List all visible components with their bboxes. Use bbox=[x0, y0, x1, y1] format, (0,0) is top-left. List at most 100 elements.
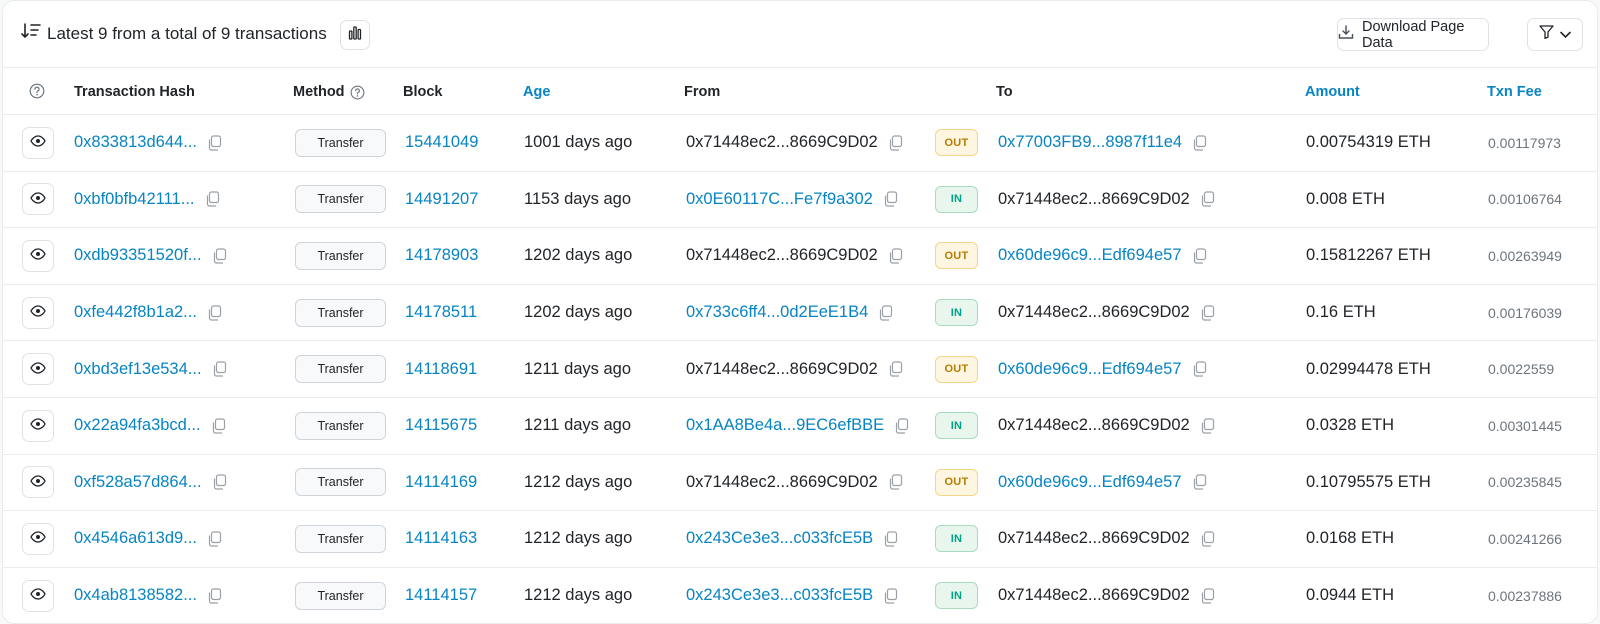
eye-icon bbox=[30, 586, 46, 605]
age-text: 1211 days ago bbox=[524, 359, 632, 378]
block-link[interactable]: 14118691 bbox=[405, 341, 477, 397]
copy-icon[interactable] bbox=[1192, 248, 1207, 264]
block-link[interactable]: 14178511 bbox=[405, 285, 477, 341]
view-details-button[interactable] bbox=[22, 409, 54, 442]
block-link[interactable]: 14114163 bbox=[405, 511, 477, 567]
method-badge: Transfer bbox=[295, 241, 386, 270]
copy-icon[interactable] bbox=[888, 474, 903, 490]
copy-icon[interactable] bbox=[211, 418, 226, 434]
from-address[interactable]: 0x243Ce3e3...c033fcE5B bbox=[686, 529, 873, 548]
table-row: 0x4ab8138582... Transfer 14114157 1212 d… bbox=[3, 568, 1597, 623]
view-details-button[interactable] bbox=[22, 353, 54, 386]
to-address[interactable]: 0x60de96c9...Edf694e57 bbox=[998, 246, 1182, 265]
column-header-amount[interactable]: Amount bbox=[1305, 84, 1360, 100]
copy-icon[interactable] bbox=[883, 587, 898, 604]
amount-text: 0.16 ETH bbox=[1306, 303, 1376, 322]
block-link[interactable]: 14115675 bbox=[405, 398, 477, 454]
to-address: 0x71448ec2...8669C9D02 bbox=[998, 416, 1190, 435]
age-text: 1211 days ago bbox=[524, 416, 632, 435]
to-address: 0x71448ec2...8669C9D02 bbox=[998, 189, 1190, 208]
direction-badge: IN bbox=[935, 582, 978, 610]
transactions-card: Latest 9 from a total of 9 transactions … bbox=[2, 0, 1598, 624]
tx-hash-link[interactable]: 0xbf0bfb42111... bbox=[74, 190, 195, 209]
block-link[interactable]: 14114157 bbox=[405, 568, 477, 623]
direction-badge: OUT bbox=[935, 242, 978, 270]
copy-icon[interactable] bbox=[1200, 191, 1215, 207]
copy-icon[interactable] bbox=[1200, 418, 1215, 434]
block-link[interactable]: 14178903 bbox=[405, 228, 478, 284]
txn-fee-text: 0.00106764 bbox=[1488, 191, 1562, 208]
column-header-method: Method bbox=[293, 84, 365, 100]
copy-icon[interactable] bbox=[212, 361, 227, 377]
block-link[interactable]: 14114169 bbox=[405, 455, 477, 511]
amount-text: 0.02994478 ETH bbox=[1306, 359, 1431, 378]
chart-view-button[interactable] bbox=[340, 20, 370, 50]
copy-icon[interactable] bbox=[878, 304, 893, 321]
tx-hash-link[interactable]: 0xfe442f8b1a2... bbox=[74, 303, 197, 322]
view-details-button[interactable] bbox=[22, 579, 54, 612]
tx-hash-link[interactable]: 0x22a94fa3bcd... bbox=[74, 416, 201, 435]
copy-icon[interactable] bbox=[1200, 304, 1215, 321]
view-details-button[interactable] bbox=[22, 522, 54, 555]
copy-icon[interactable] bbox=[1200, 587, 1215, 604]
copy-icon[interactable] bbox=[1192, 474, 1207, 490]
to-address[interactable]: 0x60de96c9...Edf694e57 bbox=[998, 473, 1182, 492]
tx-hash-link[interactable]: 0x4ab8138582... bbox=[74, 586, 197, 605]
download-page-data-button[interactable]: Download Page Data bbox=[1337, 18, 1489, 51]
direction-badge: OUT bbox=[935, 468, 978, 496]
copy-icon[interactable] bbox=[888, 361, 903, 377]
column-header-block: Block bbox=[403, 84, 443, 100]
table-row: 0x4546a613d9... Transfer 14114163 1212 d… bbox=[3, 511, 1597, 568]
tx-hash-link[interactable]: 0x833813d644... bbox=[74, 133, 197, 152]
from-address[interactable]: 0x733c6ff4...0d2EeE1B4 bbox=[686, 303, 868, 322]
to-address[interactable]: 0x77003FB9...8987f11e4 bbox=[998, 133, 1182, 152]
from-address[interactable]: 0x0E60117C...Fe7f9a302 bbox=[686, 190, 873, 209]
method-badge: Transfer bbox=[295, 411, 386, 440]
question-circle-icon[interactable] bbox=[29, 83, 45, 99]
tx-hash-link[interactable]: 0xbd3ef13e534... bbox=[74, 360, 202, 379]
view-details-button[interactable] bbox=[22, 239, 54, 272]
sort-desc-icon[interactable] bbox=[21, 22, 47, 45]
copy-icon[interactable] bbox=[894, 418, 909, 434]
direction-badge: IN bbox=[935, 525, 978, 553]
column-header-age[interactable]: Age bbox=[523, 84, 550, 100]
copy-icon[interactable] bbox=[205, 191, 220, 207]
table-row: 0xbd3ef13e534... Transfer 14118691 1211 … bbox=[3, 341, 1597, 398]
method-info-icon[interactable] bbox=[350, 85, 365, 100]
copy-icon[interactable] bbox=[888, 135, 903, 151]
tx-hash-link[interactable]: 0xf528a57d864... bbox=[74, 473, 202, 492]
copy-icon[interactable] bbox=[207, 587, 222, 604]
from-address[interactable]: 0x243Ce3e3...c033fcE5B bbox=[686, 586, 873, 605]
copy-icon[interactable] bbox=[888, 248, 903, 264]
table-row: 0x22a94fa3bcd... Transfer 14115675 1211 … bbox=[3, 398, 1597, 455]
amount-text: 0.0328 ETH bbox=[1306, 416, 1395, 435]
copy-icon[interactable] bbox=[207, 304, 222, 321]
age-text: 1202 days ago bbox=[524, 246, 633, 265]
copy-icon[interactable] bbox=[212, 474, 227, 490]
tx-hash-link[interactable]: 0x4546a613d9... bbox=[74, 529, 197, 548]
block-link[interactable]: 15441049 bbox=[405, 115, 478, 171]
copy-icon[interactable] bbox=[883, 531, 898, 547]
column-header-fee[interactable]: Txn Fee bbox=[1487, 84, 1542, 100]
tx-hash-link[interactable]: 0xdb93351520f... bbox=[74, 246, 202, 265]
copy-icon[interactable] bbox=[1200, 531, 1215, 547]
filter-dropdown-button[interactable] bbox=[1527, 18, 1583, 51]
eye-icon bbox=[30, 360, 46, 379]
from-address[interactable]: 0x1AA8Be4a...9EC6efBBE bbox=[686, 416, 884, 435]
copy-icon[interactable] bbox=[207, 531, 222, 547]
view-details-button[interactable] bbox=[22, 126, 54, 159]
eye-icon bbox=[30, 303, 46, 322]
copy-icon[interactable] bbox=[207, 135, 222, 151]
view-details-button[interactable] bbox=[22, 183, 54, 216]
view-details-button[interactable] bbox=[22, 466, 54, 499]
copy-icon[interactable] bbox=[883, 191, 898, 207]
copy-icon[interactable] bbox=[212, 248, 227, 264]
block-link[interactable]: 14491207 bbox=[405, 172, 478, 228]
view-details-button[interactable] bbox=[22, 296, 54, 329]
copy-icon[interactable] bbox=[1192, 361, 1207, 377]
txn-fee-text: 0.00241266 bbox=[1488, 530, 1562, 547]
from-address: 0x71448ec2...8669C9D02 bbox=[686, 472, 878, 491]
copy-icon[interactable] bbox=[1192, 135, 1207, 151]
eye-icon bbox=[30, 133, 46, 152]
to-address[interactable]: 0x60de96c9...Edf694e57 bbox=[998, 360, 1182, 379]
